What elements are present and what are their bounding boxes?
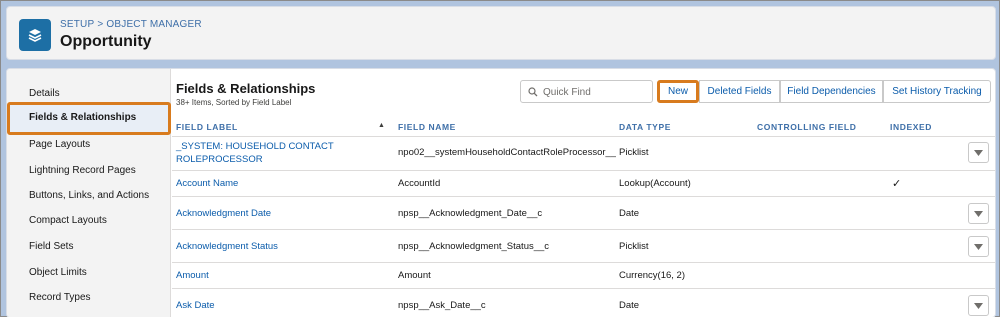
data-type: Lookup(Account) [619, 178, 691, 189]
search-icon [528, 87, 538, 97]
sidebar-item-buttons-links-actions[interactable]: Buttons, Links, and Actions [29, 188, 149, 204]
sidebar-item-lightning-record-pages[interactable]: Lightning Record Pages [29, 163, 136, 179]
field-label-link[interactable]: _SYSTEM: HOUSEHOLD CONTACT ROLEPROCESSOR [176, 140, 336, 166]
field-label-link[interactable]: Account Name [176, 177, 238, 190]
breadcrumb-object-manager-link[interactable]: OBJECT MANAGER [106, 19, 201, 30]
sidebar-item-compact-layouts[interactable]: Compact Layouts [29, 213, 107, 229]
row-actions-button[interactable] [968, 295, 989, 316]
column-header-field-name[interactable]: FIELD NAME [398, 122, 456, 132]
window-frame: SETUP > OBJECT MANAGER Opportunity Details… [0, 0, 1000, 317]
quick-find-input[interactable] [543, 84, 648, 100]
layers-icon [19, 19, 51, 51]
main-panel: Details Fields & Relationships Page Layo… [6, 68, 996, 317]
column-header-indexed[interactable]: INDEXED [890, 122, 932, 132]
field-name: npsp__Ask_Date__c [398, 300, 486, 311]
data-type: Date [619, 208, 640, 219]
new-button[interactable]: New [657, 80, 699, 103]
field-label-link[interactable]: Acknowledgment Date [176, 207, 271, 220]
page-title: Opportunity [60, 33, 152, 50]
table-row: Account Name AccountId Lookup(Account) ✓ [172, 171, 995, 197]
page-header: SETUP > OBJECT MANAGER Opportunity [6, 6, 996, 60]
chevron-down-icon [974, 243, 983, 250]
sidebar-item-field-sets[interactable]: Field Sets [29, 239, 73, 255]
field-name: npo02__systemHouseholdContactRoleProcess… [398, 147, 616, 158]
table-row: Acknowledgment Status npsp__Acknowledgme… [172, 230, 995, 263]
chevron-down-icon [974, 149, 983, 156]
field-name: npsp__Acknowledgment_Status__c [398, 241, 550, 252]
data-type: Picklist [619, 147, 649, 158]
column-header-controlling-field[interactable]: CONTROLLING FIELD [757, 122, 856, 132]
column-header-data-type[interactable]: DATA TYPE [619, 122, 671, 132]
chevron-down-icon [974, 210, 983, 217]
sidebar-item-label: Fields & Relationships [29, 112, 137, 123]
field-label-link[interactable]: Amount [176, 269, 209, 282]
field-label-link[interactable]: Acknowledgment Status [176, 240, 278, 253]
data-type: Picklist [619, 241, 649, 252]
table-row: Acknowledgment Date npsp__Acknowledgment… [172, 197, 995, 230]
data-type: Date [619, 300, 640, 311]
table-row: Amount Amount Currency(16, 2) [172, 263, 995, 289]
table-row: Ask Date npsp__Ask_Date__c Date [172, 289, 995, 317]
sidebar-item-details[interactable]: Details [29, 86, 60, 102]
sidebar: Details Fields & Relationships Page Layo… [7, 69, 171, 317]
field-label-link[interactable]: Ask Date [176, 299, 215, 312]
indexed-check-icon: ✓ [892, 178, 902, 190]
quick-find-field[interactable] [520, 80, 653, 103]
sidebar-item-record-types[interactable]: Record Types [29, 290, 91, 306]
section-subtitle: 38+ Items, Sorted by Field Label [176, 98, 292, 107]
field-name: Amount [398, 270, 431, 281]
field-dependencies-button[interactable]: Field Dependencies [780, 80, 883, 103]
breadcrumb: SETUP > OBJECT MANAGER [60, 19, 202, 30]
field-name: AccountId [398, 178, 441, 189]
data-type: Currency(16, 2) [619, 270, 685, 281]
sidebar-item-page-layouts[interactable]: Page Layouts [29, 137, 90, 153]
sidebar-item-fields-relationships[interactable]: Fields & Relationships [7, 102, 171, 135]
row-actions-button[interactable] [968, 142, 989, 163]
field-name: npsp__Acknowledgment_Date__c [398, 208, 543, 219]
table-row: _SYSTEM: HOUSEHOLD CONTACT ROLEPROCESSOR… [172, 137, 995, 171]
sort-ascending-icon[interactable]: ▲ [378, 122, 385, 129]
deleted-fields-button[interactable]: Deleted Fields [699, 80, 780, 103]
section-title: Fields & Relationships [176, 81, 316, 96]
table-header: FIELD LABEL ▲ FIELD NAME DATA TYPE CONTR… [172, 116, 995, 137]
sidebar-item-object-limits[interactable]: Object Limits [29, 265, 87, 281]
column-header-field-label[interactable]: FIELD LABEL [176, 122, 238, 132]
breadcrumb-separator: > [97, 19, 104, 30]
chevron-down-icon [974, 302, 983, 309]
row-actions-button[interactable] [968, 203, 989, 224]
breadcrumb-setup-link[interactable]: SETUP [60, 19, 94, 30]
row-actions-button[interactable] [968, 236, 989, 257]
set-history-tracking-button[interactable]: Set History Tracking [883, 80, 991, 103]
